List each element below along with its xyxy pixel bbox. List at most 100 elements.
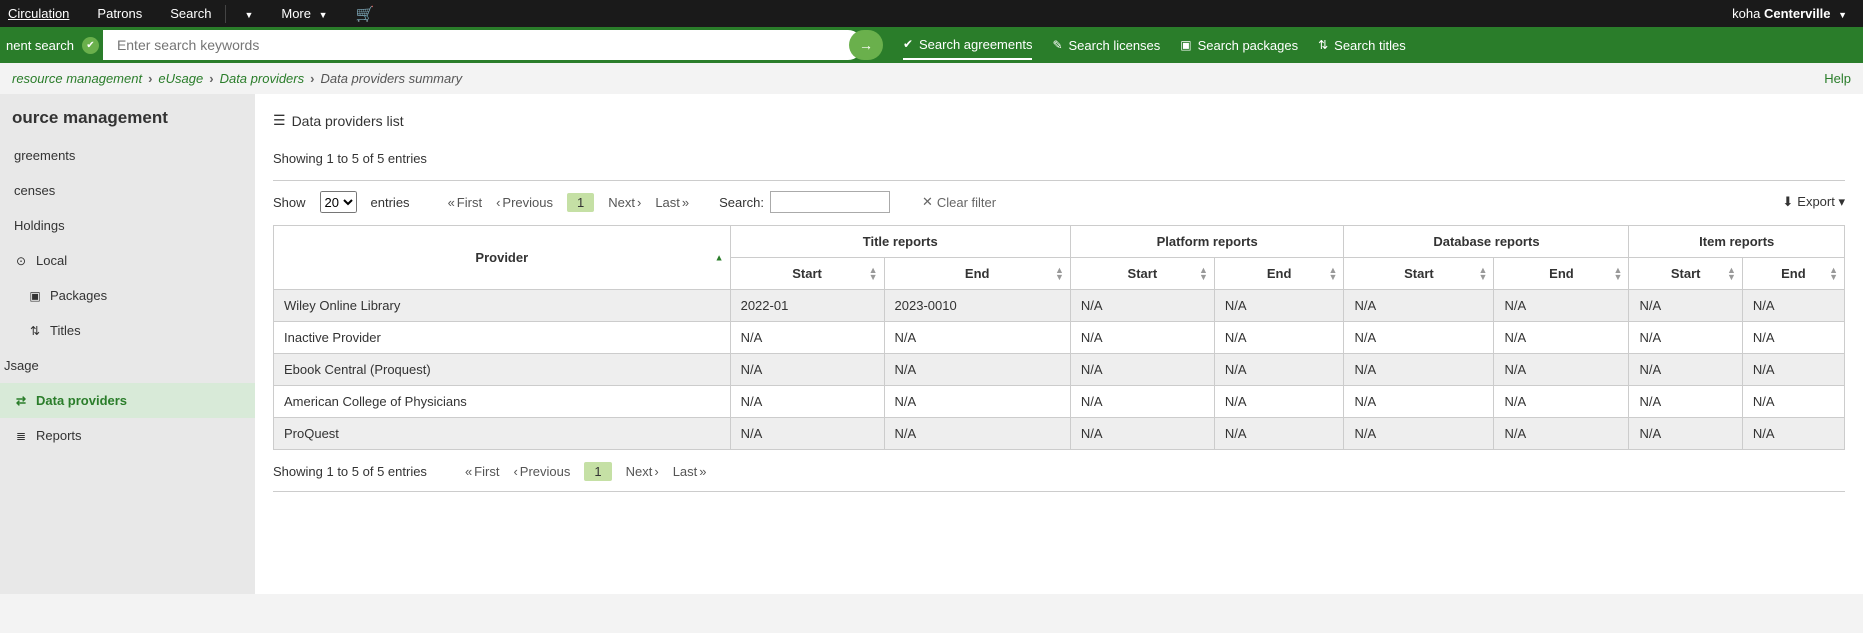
table-cell: N/A	[1070, 386, 1214, 418]
table-cell: N/A	[1742, 290, 1844, 322]
col-item-end[interactable]: End▲▼	[1742, 258, 1844, 290]
table-cell: N/A	[1629, 418, 1742, 450]
table-row[interactable]: Wiley Online Library2022-012023-0010N/AN…	[274, 290, 1845, 322]
crumb-data-providers[interactable]: Data providers	[220, 71, 305, 86]
search-input[interactable]	[103, 30, 863, 60]
table-cell: N/A	[1214, 418, 1344, 450]
table-cell: N/A	[1344, 386, 1494, 418]
page-number[interactable]: 1	[567, 193, 594, 212]
table-cell: ProQuest	[274, 418, 731, 450]
cart-icon[interactable]: 🛒	[342, 1, 389, 27]
search-scope[interactable]: nent search ✔	[0, 27, 109, 63]
crumb-eusage[interactable]: eUsage	[158, 71, 203, 86]
nav-more-label: More	[281, 6, 311, 21]
table-cell: N/A	[1742, 418, 1844, 450]
nav-more[interactable]: More ▼	[267, 2, 341, 25]
col-label: Start	[792, 266, 822, 281]
pag-label: Previous	[520, 464, 571, 479]
next-page-button[interactable]: Next ›	[626, 464, 659, 479]
table-cell: American College of Physicians	[274, 386, 731, 418]
sidebar-item-titles[interactable]: ⇅Titles	[0, 313, 255, 348]
sidebar-item-local[interactable]: ⊙Local	[0, 243, 255, 278]
brand-switcher[interactable]: koha Centerville ▼	[1732, 6, 1855, 21]
table-controls-bottom: Showing 1 to 5 of 5 entries « First ‹ Pr…	[273, 450, 1845, 487]
sidebar-item-holdings[interactable]: Holdings	[0, 208, 255, 243]
table-cell: N/A	[1742, 322, 1844, 354]
col-platform-start[interactable]: Start▲▼	[1070, 258, 1214, 290]
sidebar-item-agreements[interactable]: greements	[0, 138, 255, 173]
double-chevron-left-icon: «	[465, 464, 472, 479]
table-cell: N/A	[1629, 290, 1742, 322]
sidebar-item-usage[interactable]: Jsage	[0, 348, 255, 383]
clear-filter-button[interactable]: ✕ Clear filter	[922, 194, 996, 210]
next-page-button[interactable]: Next ›	[608, 195, 641, 210]
tab-label: Search packages	[1198, 38, 1298, 53]
download-icon: ⬇	[1782, 194, 1793, 210]
export-button[interactable]: ⬇ Export ▾	[1782, 194, 1845, 210]
pag-label: Previous	[502, 195, 553, 210]
sidebar-item-label: greements	[14, 148, 75, 163]
table-cell: 2023-0010	[884, 290, 1070, 322]
sort-icon: ▲▼	[1614, 267, 1623, 281]
last-page-button[interactable]: Last »	[655, 195, 689, 210]
sidebar-item-label: Jsage	[4, 358, 39, 373]
col-platform-end[interactable]: End▲▼	[1214, 258, 1344, 290]
table-cell: N/A	[884, 354, 1070, 386]
first-page-button[interactable]: « First	[448, 195, 483, 210]
col-group-title-reports: Title reports	[730, 226, 1070, 258]
nav-circulation[interactable]: Circulation	[8, 2, 83, 25]
sidebar-item-data-providers[interactable]: ⇄Data providers	[0, 383, 255, 418]
col-label: Start	[1404, 266, 1434, 281]
nav-caret-dropdown[interactable]: ▼	[226, 2, 267, 25]
caret-down-icon: ▼	[319, 10, 328, 20]
table-cell: N/A	[884, 322, 1070, 354]
table-row[interactable]: Ebook Central (Proquest)N/AN/AN/AN/AN/AN…	[274, 354, 1845, 386]
sidebar-item-licenses[interactable]: censes	[0, 173, 255, 208]
data-table: Provider ▲ Title reports Platform report…	[273, 225, 1845, 450]
table-cell: N/A	[1344, 322, 1494, 354]
col-title-start[interactable]: Start▲▼	[730, 258, 884, 290]
sidebar-item-label: Reports	[36, 428, 82, 443]
col-database-start[interactable]: Start▲▼	[1344, 258, 1494, 290]
crumb-resource-management[interactable]: resource management	[12, 71, 142, 86]
previous-page-button[interactable]: ‹ Previous	[513, 464, 570, 479]
col-title-end[interactable]: End▲▼	[884, 258, 1070, 290]
sidebar-item-label: Packages	[50, 288, 107, 303]
table-cell: N/A	[730, 418, 884, 450]
table-row[interactable]: ProQuestN/AN/AN/AN/AN/AN/AN/AN/A	[274, 418, 1845, 450]
col-label: End	[1549, 266, 1574, 281]
nav-patrons[interactable]: Patrons	[83, 2, 156, 25]
last-page-button[interactable]: Last »	[673, 464, 707, 479]
crumb-current: Data providers summary	[320, 71, 462, 86]
nav-search[interactable]: Search	[156, 2, 225, 25]
divider	[273, 491, 1845, 492]
sidebar-item-reports[interactable]: ≣ Reports	[0, 418, 255, 453]
help-link[interactable]: Help	[1824, 71, 1851, 86]
tab-search-licenses[interactable]: ✎ Search licenses	[1052, 32, 1160, 59]
table-cell: N/A	[730, 386, 884, 418]
table-search-input[interactable]	[770, 191, 890, 213]
data-providers-list-link[interactable]: ☰ Data providers list	[273, 108, 1845, 145]
package-icon: ▣	[28, 289, 42, 303]
col-item-start[interactable]: Start▲▼	[1629, 258, 1742, 290]
first-page-button[interactable]: « First	[465, 464, 500, 479]
export-label: Export ▾	[1797, 194, 1845, 210]
previous-page-button[interactable]: ‹ Previous	[496, 195, 553, 210]
table-row[interactable]: American College of PhysiciansN/AN/AN/AN…	[274, 386, 1845, 418]
col-label: End	[1267, 266, 1292, 281]
table-cell: 2022-01	[730, 290, 884, 322]
search-submit-button[interactable]: →	[849, 30, 883, 60]
table-row[interactable]: Inactive ProviderN/AN/AN/AN/AN/AN/AN/AN/…	[274, 322, 1845, 354]
sidebar-item-packages[interactable]: ▣ Packages	[0, 278, 255, 313]
caret-down-icon: ▼	[244, 10, 253, 20]
col-database-end[interactable]: End ▲▼	[1494, 258, 1629, 290]
tab-search-titles[interactable]: ⇅ Search titles	[1318, 32, 1406, 59]
tab-search-agreements[interactable]: ✔ Search agreements	[903, 31, 1033, 60]
tab-search-packages[interactable]: ▣ Search packages	[1180, 32, 1298, 59]
page-number[interactable]: 1	[584, 462, 611, 481]
table-cell: N/A	[1344, 354, 1494, 386]
entries-select[interactable]: 20	[320, 191, 357, 213]
list-icon: ≣	[14, 429, 28, 443]
table-cell: N/A	[1742, 354, 1844, 386]
col-provider[interactable]: Provider ▲	[274, 226, 731, 290]
